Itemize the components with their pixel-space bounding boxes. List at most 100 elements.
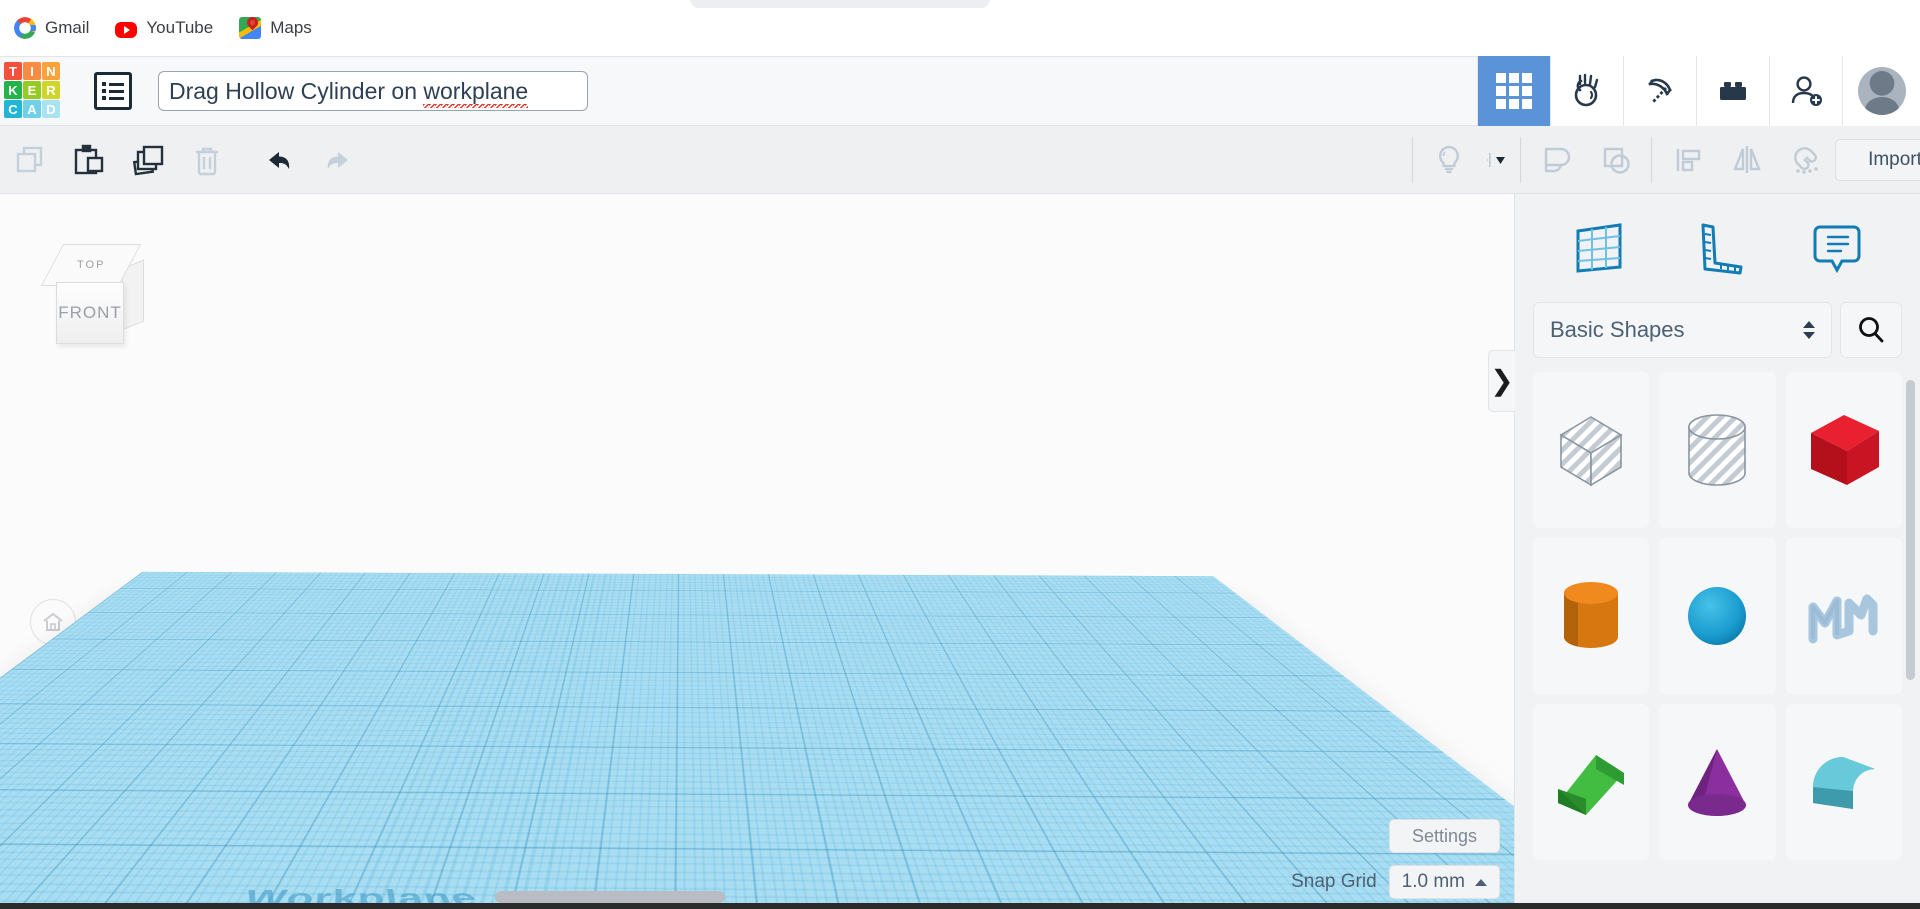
panel-tools-row <box>1515 194 1920 302</box>
purple-cone-icon <box>1688 749 1747 816</box>
group-button[interactable] <box>1527 126 1586 193</box>
youtube-icon <box>115 21 138 38</box>
toolbar-divider <box>1651 136 1652 183</box>
nav-tinker-button[interactable] <box>1550 56 1623 126</box>
import-button[interactable]: Import <box>1835 138 1920 181</box>
tinker-hand-icon <box>1574 73 1599 107</box>
logo-tile-r: R <box>42 81 60 99</box>
note-tool-button[interactable] <box>1802 213 1872 283</box>
caret-up-icon <box>1475 878 1487 886</box>
main-area: TOP FRONT Workplane Settings Snap Grid 1… <box>0 194 1920 909</box>
box-hole-icon <box>1559 416 1623 487</box>
lights-button[interactable] <box>1419 126 1478 193</box>
toolbar-divider <box>1412 136 1413 183</box>
ruler-tool-button[interactable] <box>1683 213 1753 283</box>
nav-blocks-button[interactable] <box>1696 56 1769 126</box>
nav-invite-button[interactable] <box>1769 56 1842 126</box>
bookmark-label: Gmail <box>45 18 90 37</box>
blue-sphere-icon <box>1688 587 1747 645</box>
settings-button[interactable]: Settings <box>1388 819 1500 853</box>
red-box-shape[interactable] <box>1785 372 1902 528</box>
logo-tile-i: I <box>23 62 41 80</box>
mirror-flip-icon <box>1732 145 1761 173</box>
toolbar-actions: Import Export Send To <box>1835 126 1920 193</box>
lights-dropdown-button[interactable] <box>1478 126 1514 193</box>
project-panel-toggle[interactable] <box>94 72 132 110</box>
list-row <box>102 82 124 86</box>
main-toolbar: Import Export Send To <box>0 126 1920 194</box>
shapes-panel-scrollbar[interactable] <box>1906 380 1915 680</box>
viewport-footer: Settings Snap Grid 1.0 mm <box>1291 819 1500 899</box>
page-horizontal-scrollbar[interactable] <box>495 891 725 903</box>
orange-cylinder-icon <box>1564 582 1619 648</box>
magnet-button[interactable] <box>1776 126 1835 193</box>
shapes-grid <box>1533 372 1902 860</box>
ungroup-button[interactable] <box>1586 126 1645 193</box>
ruler-icon <box>1701 223 1742 275</box>
ungroup-shapes-icon <box>1603 147 1630 174</box>
bookmark-gmail[interactable]: Gmail <box>14 17 89 39</box>
3d-viewport[interactable]: TOP FRONT Workplane Settings Snap Grid 1… <box>0 194 1514 909</box>
design-title-input[interactable]: Drag Hollow Cylinder on workplane <box>158 71 588 111</box>
search-icon <box>1859 317 1884 343</box>
workplane-container[interactable]: Workplane <box>0 571 1514 909</box>
workplane-grid-icon <box>1576 223 1621 273</box>
workplane-grid[interactable] <box>0 571 1514 909</box>
list-row <box>102 89 124 93</box>
view-cube-front-face[interactable]: FRONT <box>56 282 124 344</box>
orange-cylinder-shape[interactable] <box>1533 538 1650 694</box>
design-title-misspelled-word: workplane <box>423 78 529 108</box>
undo-button[interactable] <box>248 126 307 193</box>
delete-button[interactable] <box>177 126 236 193</box>
panel-search-row: Basic Shapes <box>1515 302 1920 372</box>
paste-button[interactable] <box>59 126 118 193</box>
logo-tile-c: C <box>4 100 22 118</box>
redo-button[interactable] <box>307 126 366 193</box>
shapes-panel: ❯ Basic Shapes <box>1488 194 1920 909</box>
stepper-icon <box>1803 321 1815 339</box>
snap-grid-select[interactable]: 1.0 mm <box>1388 865 1500 899</box>
shape-category-select[interactable]: Basic Shapes <box>1533 302 1832 358</box>
paste-icon <box>74 144 103 174</box>
minecraft-pickaxe-icon <box>1648 78 1672 103</box>
tinkercad-logo[interactable]: TIN KER CAD <box>4 62 64 120</box>
cylinder-hole-shape[interactable] <box>1659 372 1776 528</box>
view-cube-front-label: FRONT <box>58 303 122 322</box>
purple-cone-shape[interactable] <box>1659 704 1776 860</box>
nav-minecraft-button[interactable] <box>1623 56 1696 126</box>
copy-button[interactable] <box>0 126 59 193</box>
design-title-prefix: Drag Hollow Cylinder on <box>169 78 424 104</box>
user-avatar-button[interactable] <box>1842 56 1920 126</box>
bookmark-maps[interactable]: Maps <box>239 17 312 39</box>
logo-tile-a: A <box>23 100 41 118</box>
panel-collapse-button[interactable]: ❯ <box>1488 350 1515 412</box>
mirror-button[interactable] <box>1717 126 1776 193</box>
duplicate-button[interactable] <box>118 126 177 193</box>
lightbulb-icon <box>1438 145 1459 173</box>
red-box-icon <box>1810 415 1879 485</box>
grid-icon <box>1496 73 1532 109</box>
list-row <box>102 96 124 100</box>
green-wedge-shape[interactable] <box>1533 704 1650 860</box>
bookmark-youtube[interactable]: YouTube <box>115 18 213 38</box>
box-hole-shape[interactable] <box>1533 372 1650 528</box>
avatar <box>1857 67 1906 115</box>
logo-tile-d: D <box>42 100 60 118</box>
shape-search-button[interactable] <box>1840 302 1902 358</box>
view-cube-top-label: TOP <box>76 259 106 271</box>
panel-bottom-track <box>1515 891 1920 903</box>
view-cube[interactable]: TOP FRONT <box>40 242 152 352</box>
workplane-tool-button[interactable] <box>1564 213 1634 283</box>
teal-roof-shape[interactable] <box>1785 704 1902 860</box>
scribble-icon <box>1808 594 1878 644</box>
align-button[interactable] <box>1658 126 1717 193</box>
snap-grid-value: 1.0 mm <box>1401 871 1465 892</box>
toolbar-divider <box>1520 136 1521 183</box>
google-g-icon <box>14 17 36 39</box>
scribble-shape[interactable] <box>1785 538 1902 694</box>
copy-icon <box>16 146 42 172</box>
shapes-grid-wrapper[interactable] <box>1515 372 1920 909</box>
nav-designs-button[interactable] <box>1477 56 1550 126</box>
blue-sphere-shape[interactable] <box>1659 538 1776 694</box>
app-header: TIN KER CAD Drag Hollow Cylinder on workpl… <box>0 56 1920 126</box>
